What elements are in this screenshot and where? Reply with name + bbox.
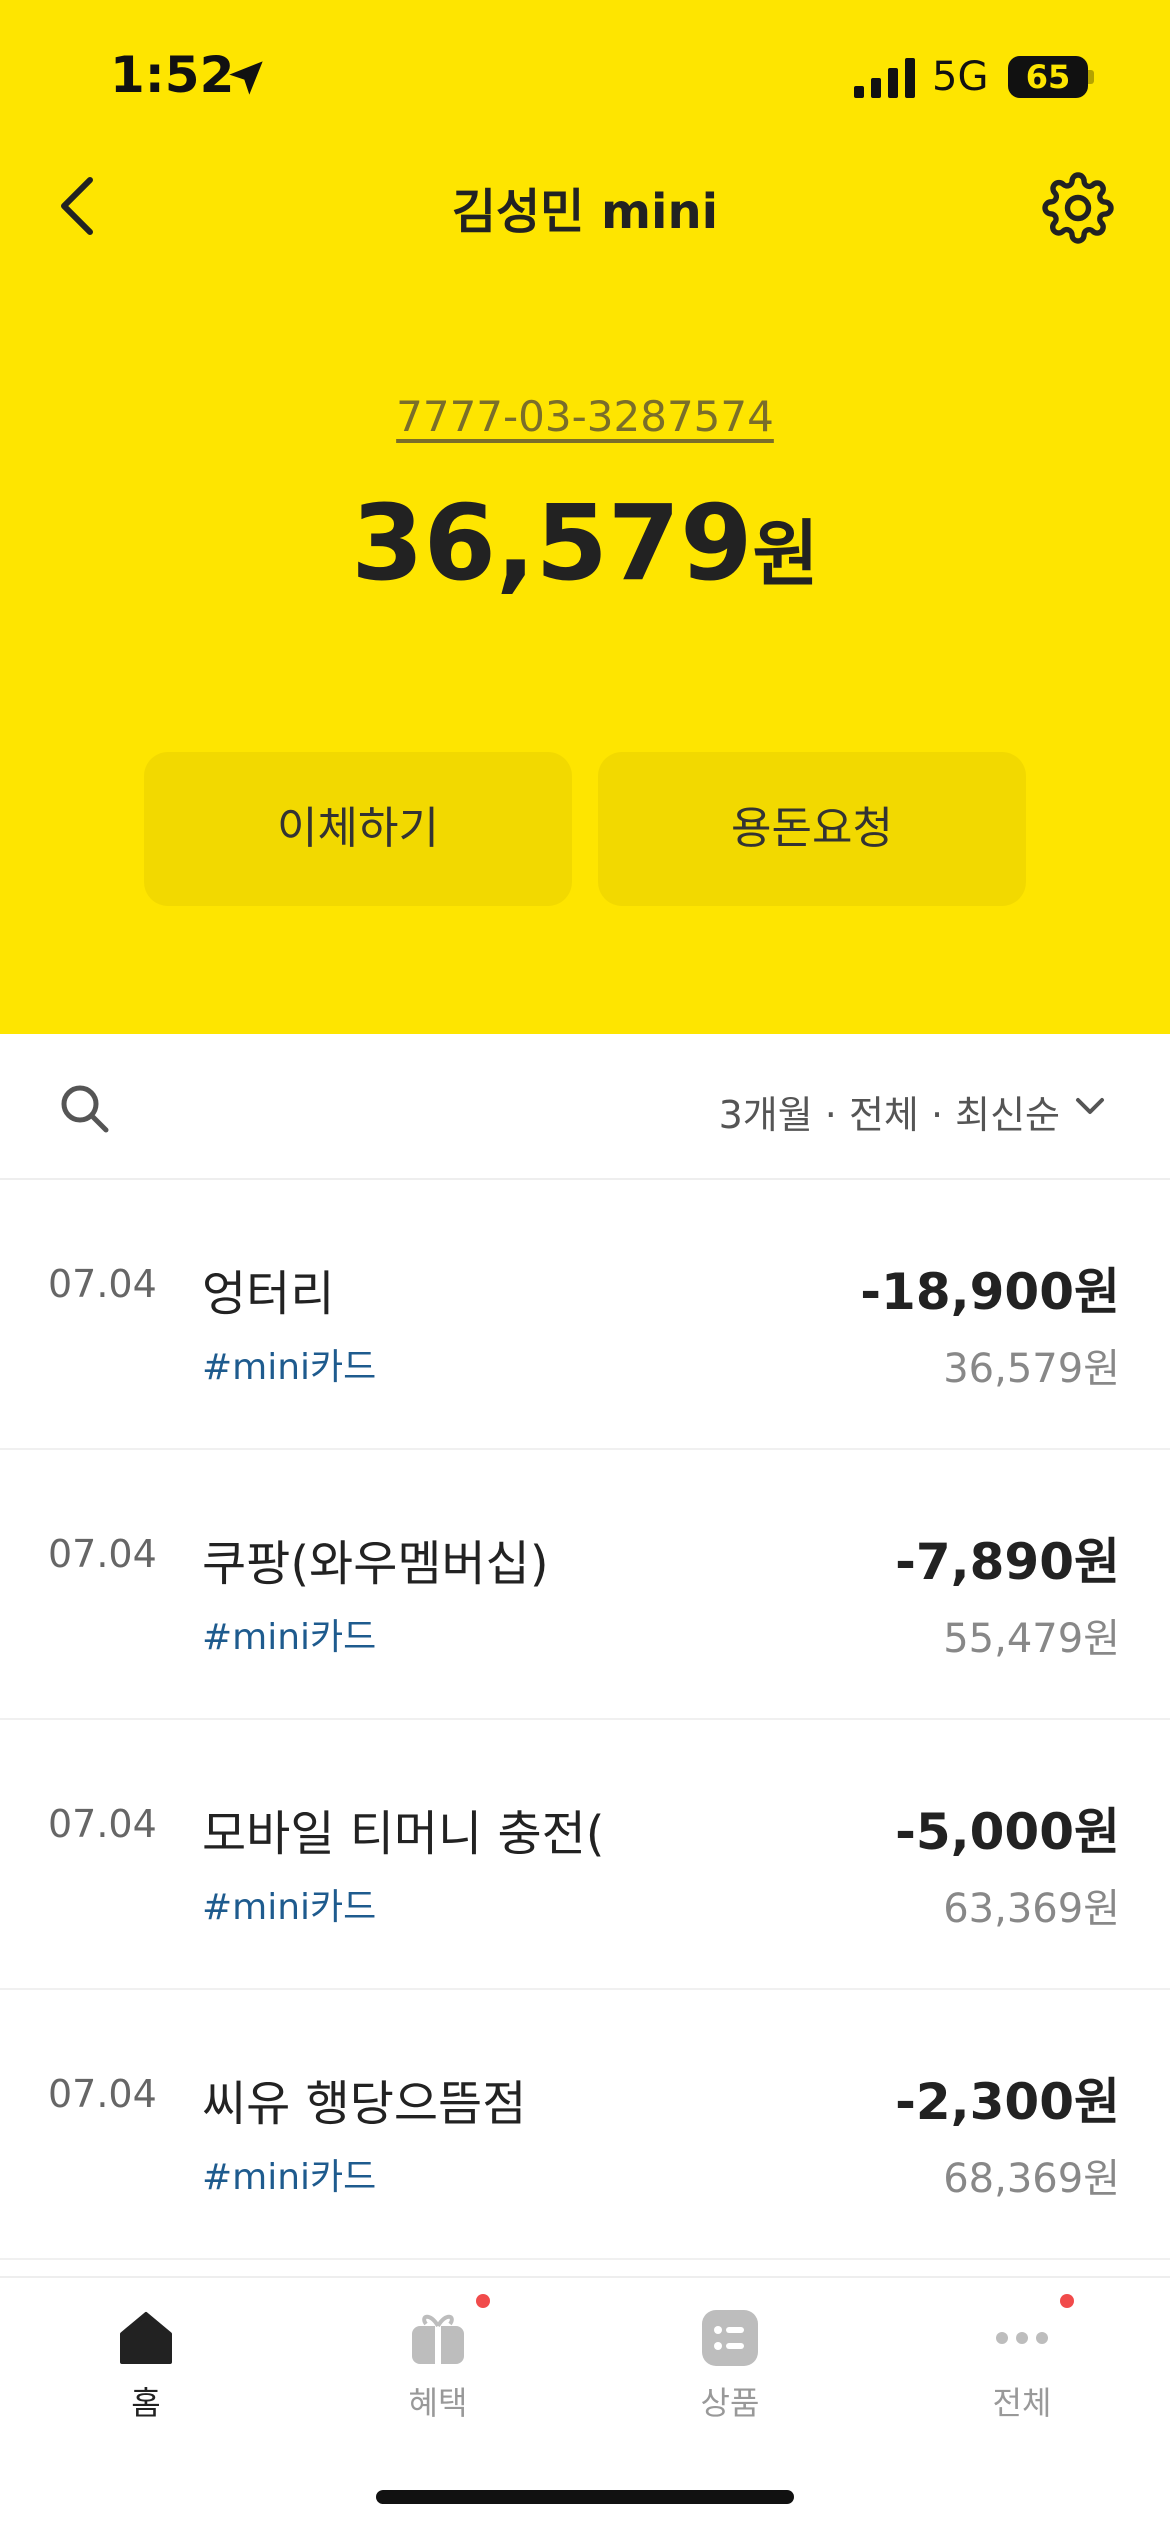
list-icon	[702, 2310, 758, 2366]
location-arrow-icon	[229, 61, 263, 95]
status-bar: 1:52 5G 65	[0, 0, 1170, 150]
tab-all[interactable]: 전체	[876, 2278, 1168, 2478]
tab-home-label: 홈	[131, 2384, 161, 2422]
transaction-row[interactable]: 07.04 쿠팡(와우멤버십) #mini카드 -7,890원 55,479원	[0, 1450, 1170, 1720]
transaction-amount: -7,890원	[895, 1533, 1120, 1591]
transaction-date: 07.04	[48, 1532, 157, 1576]
home-icon	[120, 2312, 172, 2364]
settings-gear-icon[interactable]	[1042, 172, 1114, 244]
cellular-signal-icon	[854, 58, 915, 98]
transaction-tag: #mini카드	[202, 2157, 377, 2198]
transaction-date: 07.04	[48, 1802, 157, 1846]
filter-dropdown-label[interactable]: 3개월 · 전체 · 최신순	[719, 1084, 1060, 1139]
transaction-merchant: 씨유 행당으뜸점	[202, 2076, 527, 2132]
home-indicator	[376, 2490, 794, 2504]
transaction-balance: 63,369원	[943, 1886, 1120, 1932]
allowance-request-button[interactable]: 용돈요청	[598, 752, 1026, 906]
network-type: 5G	[932, 54, 989, 100]
tab-products[interactable]: 상품	[584, 2278, 876, 2478]
transaction-amount: -5,000원	[895, 1803, 1120, 1861]
transaction-tag: #mini카드	[202, 1887, 377, 1928]
battery-nub	[1088, 70, 1094, 84]
transaction-amount: -18,900원	[860, 1263, 1120, 1321]
tab-all-label: 전체	[992, 2384, 1052, 2422]
transaction-row[interactable]: 07.04 모바일 티머니 충전( #mini카드 -5,000원 63,369…	[0, 1720, 1170, 1990]
tab-benefits[interactable]: 혜택	[292, 2278, 584, 2478]
chevron-down-icon[interactable]	[1072, 1088, 1108, 1124]
page-title: 김성민 mini	[451, 184, 719, 240]
search-icon[interactable]	[58, 1082, 110, 1134]
transaction-date: 07.04	[48, 1262, 157, 1306]
tab-home[interactable]: 홈	[0, 2278, 292, 2478]
transaction-balance: 36,579원	[943, 1346, 1120, 1392]
transaction-row[interactable]: 07.04 엉터리 #mini카드 -18,900원 36,579원	[0, 1180, 1170, 1450]
transaction-merchant: 쿠팡(와우멤버십)	[202, 1536, 549, 1592]
transaction-merchant: 모바일 티머니 충전(	[202, 1806, 605, 1862]
account-number-link[interactable]: 7777-03-3287574	[0, 392, 1170, 441]
transaction-tag: #mini카드	[202, 1617, 377, 1658]
tab-benefits-label: 혜택	[408, 2384, 468, 2422]
transaction-row[interactable]: 07.04 씨유 행당으뜸점 #mini카드 -2,300원 68,369원	[0, 1990, 1170, 2260]
transaction-balance: 55,479원	[943, 1616, 1120, 1662]
notification-badge	[1060, 2294, 1074, 2308]
notification-badge	[476, 2294, 490, 2308]
tab-products-label: 상품	[700, 2384, 760, 2422]
more-icon	[996, 2332, 1048, 2344]
transaction-balance: 68,369원	[943, 2156, 1120, 2202]
transaction-tag: #mini카드	[202, 1347, 377, 1388]
transaction-amount: -2,300원	[895, 2073, 1120, 2131]
transaction-filter-bar: 3개월 · 전체 · 최신순	[0, 1034, 1170, 1180]
account-balance: 36,579원	[0, 482, 1170, 604]
gift-icon	[412, 2314, 464, 2364]
battery-icon: 65	[1008, 56, 1088, 98]
status-time: 1:52	[110, 46, 235, 104]
transaction-date: 07.04	[48, 2072, 157, 2116]
balance-unit: 원	[752, 512, 819, 596]
balance-amount: 36,579	[351, 482, 753, 604]
transaction-merchant: 엉터리	[202, 1266, 335, 1322]
transfer-button[interactable]: 이체하기	[144, 752, 572, 906]
